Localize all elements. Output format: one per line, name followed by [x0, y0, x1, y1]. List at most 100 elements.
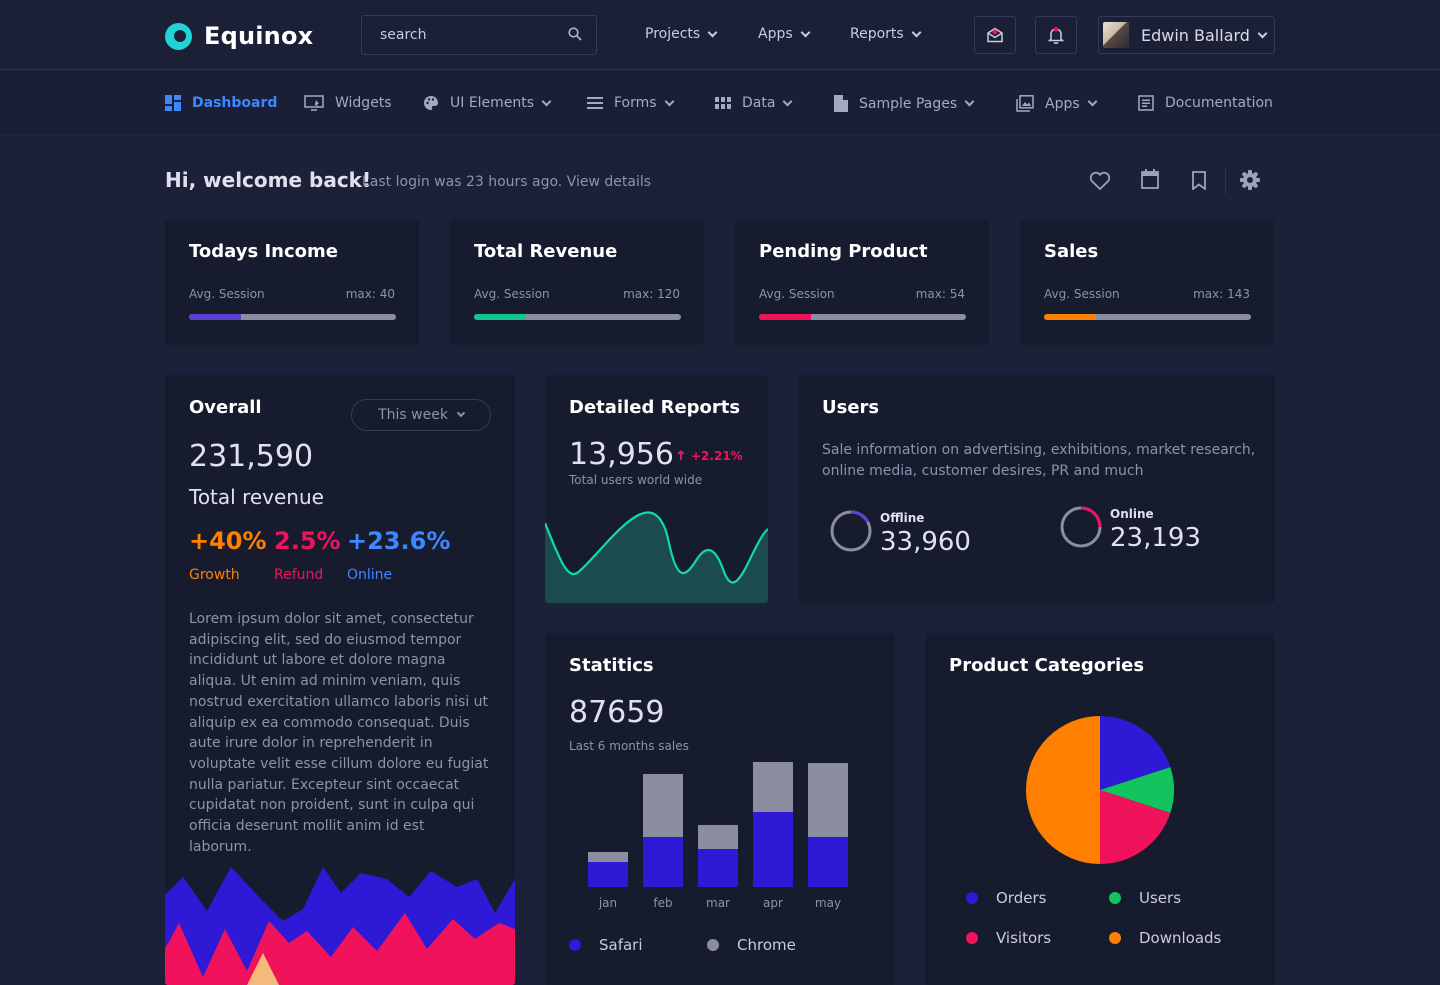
calendar-icon[interactable]	[1141, 169, 1159, 189]
legend-dot	[966, 932, 978, 944]
card-title: Statitics	[569, 655, 654, 676]
tab-dashboard-label: Dashboard	[192, 95, 278, 111]
legend-orders: Orders	[966, 889, 1046, 907]
tab-widgets-label: Widgets	[335, 95, 392, 111]
arrow-up-icon	[677, 450, 685, 460]
user-name: Edwin Ballard	[1141, 25, 1250, 45]
stat-label: Avg. Session	[189, 287, 265, 301]
stat-label: Avg. Session	[474, 287, 550, 301]
overall-description: Lorem ipsum dolor sit amet, consectetur …	[189, 611, 489, 855]
messages-button[interactable]	[974, 16, 1016, 54]
categories-card: Product Categories Orders Users Visitors…	[925, 633, 1275, 985]
stat-card-pending: Pending Product Avg. Session max: 54	[735, 219, 989, 345]
reports-change: +2.21%	[691, 449, 743, 463]
progress-bar	[1044, 314, 1251, 320]
bar-chrome-mar	[698, 825, 738, 849]
tab-data[interactable]: Data	[715, 95, 793, 111]
mail-icon	[987, 27, 1003, 43]
legend-safari: Safari	[569, 936, 643, 954]
nav-reports[interactable]: Reports	[850, 26, 922, 42]
dashboard-icon	[165, 95, 181, 111]
bell-icon	[1048, 26, 1064, 44]
notifications-button[interactable]	[1035, 16, 1077, 54]
legend-label: Users	[1139, 889, 1182, 907]
card-title: Detailed Reports	[569, 397, 741, 418]
tab-documentation[interactable]: Documentation	[1138, 95, 1273, 111]
legend-dot	[707, 939, 719, 951]
tab-forms[interactable]: Forms	[587, 95, 675, 111]
area-chart	[545, 511, 768, 603]
chevron-down-icon	[911, 27, 922, 37]
stat-max: max: 143	[1193, 287, 1250, 301]
statistics-card: Statitics 87659 Last 6 months sales jan f…	[545, 633, 895, 985]
search-input[interactable]	[362, 16, 562, 54]
legend-visitors: Visitors	[966, 929, 1051, 947]
tab-documentation-label: Documentation	[1165, 95, 1273, 111]
bar-chrome-apr	[753, 762, 793, 812]
chevron-down-icon	[800, 27, 811, 37]
progress-fill	[474, 314, 526, 320]
user-menu[interactable]: Edwin Ballard	[1098, 16, 1275, 54]
stat-card-sales: Sales Avg. Session max: 143	[1020, 219, 1274, 345]
bar-safari-mar	[698, 849, 738, 887]
tab-ui-elements[interactable]: UI Elements	[423, 95, 552, 111]
growth-value: +40%	[189, 527, 267, 555]
legend-label: Safari	[599, 936, 643, 954]
pie-slice-downloads	[1026, 716, 1100, 864]
progress-fill	[189, 314, 241, 320]
search-icon[interactable]	[568, 27, 582, 41]
chevron-down-icon	[707, 27, 718, 37]
users-description: Sale information on advertising, exhibit…	[822, 442, 1256, 479]
pie-chart	[1026, 716, 1174, 864]
tab-apps[interactable]: Apps	[1016, 95, 1098, 112]
tab-forms-label: Forms	[614, 95, 657, 111]
online-value: +23.6%	[347, 527, 451, 555]
bookmark-icon[interactable]	[1192, 171, 1206, 190]
period-dropdown[interactable]: This week	[351, 399, 491, 431]
nav-projects[interactable]: Projects	[645, 26, 718, 42]
nav-reports-label: Reports	[850, 26, 904, 42]
chevron-down-icon	[456, 408, 466, 418]
legend-label: Orders	[996, 889, 1047, 907]
monitor-icon	[304, 95, 324, 111]
legend-downloads: Downloads	[1109, 929, 1221, 947]
period-dropdown-label: This week	[378, 407, 448, 423]
bar-chrome-feb	[643, 774, 683, 837]
online-value: 23,193	[1110, 523, 1201, 553]
users-card: Users Sale information on advertising, e…	[798, 375, 1275, 603]
last-login-text[interactable]: Last login was 23 hours ago. View detail…	[362, 174, 651, 190]
chevron-down-icon	[1257, 28, 1268, 38]
divider	[1225, 168, 1226, 194]
bar-safari-jan	[588, 862, 628, 887]
x-tick-label: feb	[653, 896, 672, 910]
logo[interactable]: Equinox	[165, 22, 313, 50]
tab-sample-pages[interactable]: Sample Pages	[834, 95, 975, 112]
file-icon	[834, 95, 848, 112]
progress-bar	[189, 314, 396, 320]
progress-bar	[759, 314, 966, 320]
top-bar: Equinox Projects Apps Reports Edwin Ball…	[0, 0, 1440, 70]
progress-fill	[1044, 314, 1096, 320]
doc-icon	[1138, 95, 1154, 111]
legend-label: Downloads	[1139, 929, 1222, 947]
nav-apps[interactable]: Apps	[758, 26, 811, 42]
tab-data-label: Data	[742, 95, 776, 111]
refund-label: Refund	[274, 567, 324, 583]
grid-icon	[715, 97, 731, 109]
area-fill	[545, 512, 768, 603]
offline-ring	[830, 510, 872, 552]
heart-icon[interactable]	[1089, 171, 1111, 191]
list-icon	[587, 97, 603, 109]
nav-apps-label: Apps	[758, 26, 793, 42]
search-box	[361, 15, 597, 55]
tab-widgets[interactable]: Widgets	[304, 95, 392, 111]
stat-card-revenue: Total Revenue Avg. Session max: 120	[450, 219, 704, 345]
tab-dashboard[interactable]: Dashboard	[165, 95, 277, 111]
gear-icon[interactable]	[1240, 170, 1260, 190]
mountain-chart	[165, 867, 515, 985]
legend-dot	[1109, 892, 1121, 904]
refund-value: 2.5%	[274, 527, 341, 555]
bar-safari-feb	[643, 837, 683, 887]
bar-chrome-may	[808, 763, 848, 837]
x-tick-label: may	[815, 896, 841, 910]
